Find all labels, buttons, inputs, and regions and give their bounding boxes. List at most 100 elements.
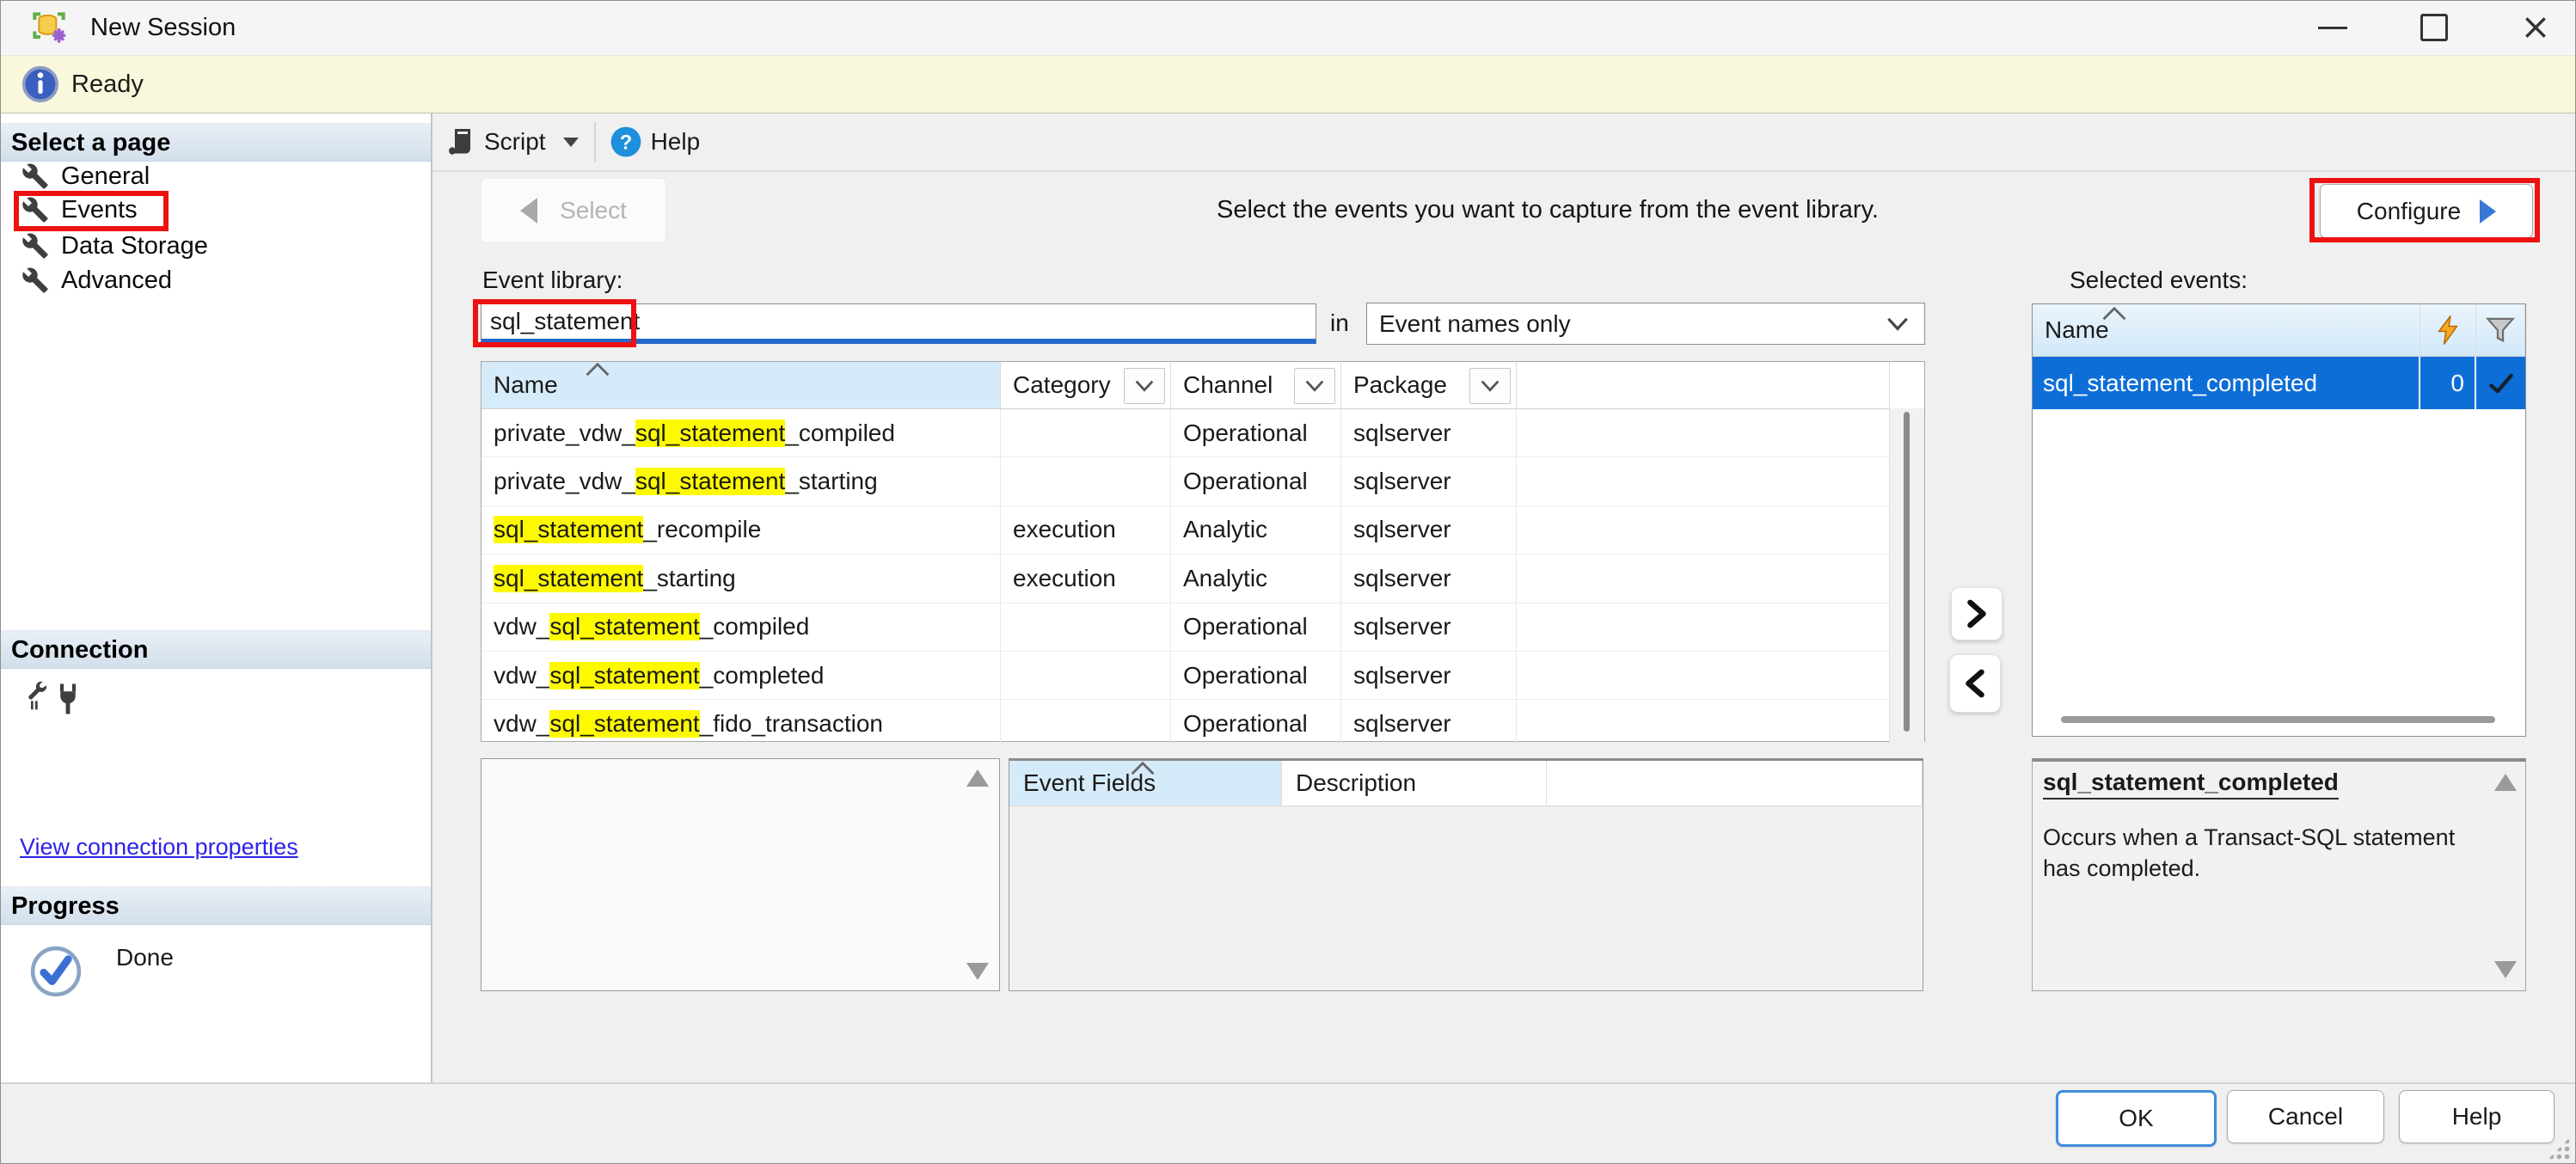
minimize-button[interactable] xyxy=(2293,1,2372,54)
column-header-filler xyxy=(1517,362,1890,408)
minimize-icon xyxy=(2318,27,2347,29)
filter-funnel-icon xyxy=(2486,316,2515,344)
column-header-package[interactable]: Package xyxy=(1341,362,1517,408)
help-button[interactable]: Help xyxy=(2399,1090,2555,1143)
selected-events-hscrollbar[interactable] xyxy=(2061,716,2495,723)
wrench-icon xyxy=(21,232,49,260)
table-row[interactable]: private_vdw_sql_statement_compiledOperat… xyxy=(481,409,1924,457)
table-row[interactable]: vdw_sql_statement_fido_transactionOperat… xyxy=(481,700,1924,748)
event-library-scrollbar[interactable] xyxy=(1889,408,1924,742)
script-button[interactable]: Script xyxy=(445,126,579,157)
highlighted-term: sql_statement xyxy=(549,662,699,689)
forward-arrow-icon xyxy=(2480,199,2496,224)
wrench-icon xyxy=(21,266,49,294)
channel-filter-button[interactable] xyxy=(1294,368,1335,404)
window-title: New Session xyxy=(90,14,236,42)
in-label: in xyxy=(1330,309,1349,337)
column-header-name[interactable]: Name xyxy=(2033,304,2420,356)
select-back-label: Select xyxy=(560,197,627,224)
view-connection-properties-link[interactable]: View connection properties xyxy=(20,834,298,861)
scroll-down-icon[interactable] xyxy=(966,963,989,980)
sort-ascending-icon xyxy=(2101,307,2127,321)
add-event-button[interactable] xyxy=(1951,587,2003,640)
column-header-category[interactable]: Category xyxy=(1001,362,1171,408)
event-action-count: 0 xyxy=(2420,357,2476,409)
table-row[interactable]: vdw_sql_statement_compiledOperationalsql… xyxy=(481,603,1924,652)
table-row[interactable]: vdw_sql_statement_completedOperationalsq… xyxy=(481,652,1924,700)
event-library-body: private_vdw_sql_statement_compiledOperat… xyxy=(481,409,1924,749)
highlighted-term: sql_statement xyxy=(549,613,699,640)
highlighted-term: sql_statement xyxy=(494,565,643,592)
toolbar-separator xyxy=(594,122,596,162)
sidebar-item-events[interactable]: Events xyxy=(21,193,138,227)
table-row[interactable]: private_vdw_sql_statement_startingOperat… xyxy=(481,457,1924,505)
search-scope-select[interactable]: Event names only xyxy=(1366,303,1925,345)
configure-label: Configure xyxy=(2357,198,2461,225)
sidebar-item-advanced[interactable]: Advanced xyxy=(21,263,172,297)
column-header-name[interactable]: Name xyxy=(481,362,1001,408)
chevron-down-icon xyxy=(1305,380,1324,392)
event-fields-header: Event Fields Description xyxy=(1009,761,1923,806)
remove-event-button[interactable] xyxy=(1949,654,2001,713)
progress-status: Done xyxy=(116,944,174,971)
highlighted-term: sql_statement xyxy=(549,710,699,738)
column-header-filters[interactable] xyxy=(2476,304,2525,356)
title-bar: New Session xyxy=(1,1,2575,56)
back-arrow-icon xyxy=(520,198,537,224)
wrench-icon xyxy=(21,162,49,190)
column-header-event-fields[interactable]: Event Fields xyxy=(1009,761,1282,806)
search-value: sql_statement xyxy=(490,308,640,335)
category-filter-button[interactable] xyxy=(1124,368,1165,404)
chevron-right-icon xyxy=(1966,599,1988,628)
scroll-up-icon[interactable] xyxy=(966,769,989,787)
toolbar: Script ? Help xyxy=(432,113,2576,172)
sidebar-item-data-storage[interactable]: Data Storage xyxy=(21,229,208,263)
selected-event-row[interactable]: sql_statement_completed0 xyxy=(2033,357,2525,409)
sidebar-item-label: Data Storage xyxy=(61,232,208,260)
column-header-channel[interactable]: Channel xyxy=(1171,362,1341,408)
sidebar: Select a page General Events Data Storag… xyxy=(1,113,432,1082)
selected-events-table: Name sql_statement_completed0 xyxy=(2032,303,2526,737)
column-header-description[interactable]: Description xyxy=(1282,761,1547,806)
close-icon xyxy=(2522,14,2549,41)
event-library-label: Event library: xyxy=(482,266,623,294)
event-description-body: Occurs when a Transact-SQL statement has… xyxy=(2043,822,2490,884)
footer: OK Cancel Help xyxy=(1,1082,2575,1164)
wrench-icon xyxy=(21,196,49,224)
event-description-title: sql_statement_completed xyxy=(2043,769,2339,799)
maximize-button[interactable] xyxy=(2395,1,2474,54)
sidebar-item-label: Events xyxy=(61,196,138,224)
sort-ascending-icon xyxy=(1130,762,1156,775)
help-toolbar-button[interactable]: ? Help xyxy=(610,126,701,158)
sidebar-item-label: General xyxy=(61,162,150,191)
done-icon xyxy=(29,945,83,998)
event-library-search-input[interactable]: sql_statement xyxy=(481,303,1316,344)
highlighted-term: sql_statement xyxy=(635,468,785,495)
cancel-button[interactable]: Cancel xyxy=(2227,1090,2384,1143)
close-button[interactable] xyxy=(2496,1,2575,54)
scroll-down-icon[interactable] xyxy=(2494,961,2517,978)
lightning-icon xyxy=(2435,315,2461,346)
sidebar-item-general[interactable]: General xyxy=(21,159,150,193)
column-header-filler xyxy=(1547,761,1923,806)
sidebar-item-label: Advanced xyxy=(61,266,172,295)
connection-icon xyxy=(25,681,82,717)
chevron-down-icon xyxy=(1886,317,1909,331)
column-header-actions[interactable] xyxy=(2420,304,2476,356)
script-label: Script xyxy=(484,128,546,156)
sort-ascending-icon xyxy=(585,363,610,377)
ok-button[interactable]: OK xyxy=(2056,1090,2217,1147)
table-row[interactable]: sql_statement_startingexecutionAnalytics… xyxy=(481,554,1924,603)
select-back-button[interactable]: Select xyxy=(481,178,666,243)
table-row[interactable]: sql_statement_recompileexecutionAnalytic… xyxy=(481,506,1924,554)
configure-button[interactable]: Configure xyxy=(2320,184,2533,238)
status-text: Ready xyxy=(71,70,144,99)
event-fields-table: Event Fields Description xyxy=(1009,758,1923,991)
help-icon: ? xyxy=(610,126,642,158)
scrollbar-thumb[interactable] xyxy=(1904,412,1910,732)
maximize-icon xyxy=(2420,14,2448,41)
package-filter-button[interactable] xyxy=(1469,368,1511,404)
selected-events-label: Selected events: xyxy=(2070,266,2248,294)
scroll-up-icon[interactable] xyxy=(2494,774,2517,791)
highlighted-term: sql_statement xyxy=(494,516,643,543)
